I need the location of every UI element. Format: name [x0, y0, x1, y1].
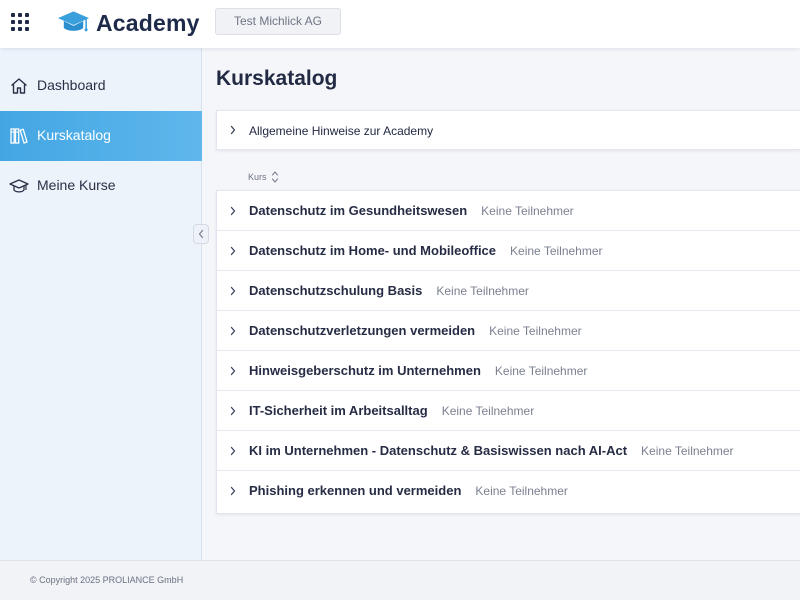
chevron-right-icon — [230, 486, 236, 496]
course-row[interactable]: KI im Unternehmen - Datenschutz & Basisw… — [217, 431, 800, 471]
course-participants-status: Keine Teilnehmer — [494, 364, 588, 378]
sort-icon — [271, 171, 278, 183]
chevron-right-icon — [230, 125, 236, 135]
footer: © Copyright 2025 PROLIANCE GmbH — [0, 560, 800, 600]
sidebar: Dashboard Kurskatalog Meine Kurse — [0, 48, 202, 560]
course-participants-status: Keine Teilnehmer — [441, 404, 535, 418]
library-icon — [10, 128, 28, 144]
sidebar-item-label: Dashboard — [37, 77, 106, 93]
sidebar-item-kurskatalog[interactable]: Kurskatalog — [0, 111, 202, 161]
course-row[interactable]: Datenschutzverletzungen vermeiden Keine T… — [217, 311, 800, 351]
course-row[interactable]: Datenschutzschulung Basis Keine Teilnehme… — [217, 271, 800, 311]
course-row[interactable]: IT-Sicherheit im Arbeitsalltag Keine Teil… — [217, 391, 800, 431]
course-name-wrapper: Datenschutz im Gesundheitswesen Keine Tei… — [249, 203, 574, 218]
sidebar-collapse-button[interactable] — [193, 224, 209, 244]
graduation-cap-logo-icon — [57, 11, 90, 32]
course-name-wrapper: Hinweisgeberschutz im Unternehmen Keine T… — [249, 363, 587, 378]
home-icon — [11, 78, 27, 94]
column-header-label: Kurs — [248, 172, 267, 182]
chevron-right-icon — [230, 446, 236, 456]
top-bar: Academy Test Michlick AG — [0, 0, 800, 48]
app-grid-icon[interactable] — [11, 13, 29, 31]
general-notes-label: Allgemeine Hinweise zur Academy — [249, 124, 434, 138]
course-name-wrapper: Phishing erkennen und vermeiden Keine Tei… — [249, 483, 568, 498]
chevron-right-icon — [230, 326, 236, 336]
course-participants-status: Keine Teilnehmer — [510, 244, 603, 258]
graduation-cap-icon — [9, 179, 29, 193]
course-name: KI im Unternehmen - Datenschutz & Basisw… — [249, 443, 628, 458]
course-name-wrapper: IT-Sicherheit im Arbeitsalltag Keine Teil… — [249, 403, 534, 418]
course-name: Datenschutz im Home- und Mobileoffice — [249, 243, 497, 258]
sidebar-item-label: Meine Kurse — [37, 177, 116, 193]
sidebar-item-meine-kurse[interactable]: Meine Kurse — [0, 161, 202, 211]
chevron-left-icon — [198, 229, 204, 239]
course-list: Datenschutz im Gesundheitswesen Keine Tei… — [216, 190, 800, 514]
course-name: Phishing erkennen und vermeiden — [249, 483, 462, 498]
app-title: Academy — [96, 9, 200, 36]
sidebar-item-label: Kurskatalog — [37, 127, 111, 143]
course-row[interactable]: Hinweisgeberschutz im Unternehmen Keine T… — [217, 351, 800, 391]
course-name-wrapper: KI im Unternehmen - Datenschutz & Basisw… — [249, 443, 734, 458]
course-participants-status: Keine Teilnehmer — [489, 324, 582, 338]
chevron-right-icon — [230, 366, 236, 376]
course-name: Hinweisgeberschutz im Unternehmen — [249, 363, 481, 378]
app-logo[interactable]: Academy — [57, 7, 200, 39]
chevron-right-icon — [230, 286, 236, 296]
course-name-wrapper: Datenschutzschulung Basis Keine Teilnehme… — [249, 283, 529, 298]
course-row[interactable]: Datenschutz im Gesundheitswesen Keine Tei… — [217, 191, 800, 231]
course-name: Datenschutz im Gesundheitswesen — [249, 203, 468, 218]
course-participants-status: Keine Teilnehmer — [641, 444, 734, 458]
page-title: Kurskatalog — [216, 67, 338, 90]
sidebar-item-dashboard[interactable]: Dashboard — [0, 61, 202, 111]
course-participants-status: Keine Teilnehmer — [436, 284, 529, 298]
column-header-kurs[interactable]: Kurs — [248, 168, 279, 186]
course-row[interactable]: Datenschutz im Home- und Mobileoffice Kei… — [217, 231, 800, 271]
chevron-right-icon — [230, 246, 236, 256]
general-notes-panel[interactable]: Allgemeine Hinweise zur Academy — [216, 110, 800, 150]
course-participants-status: Keine Teilnehmer — [475, 484, 568, 498]
chevron-right-icon — [230, 206, 236, 216]
course-name-wrapper: Datenschutzverletzungen vermeiden Keine T… — [249, 323, 582, 338]
copyright-text: © Copyright 2025 PROLIANCE GmbH — [30, 575, 184, 585]
course-name: Datenschutzschulung Basis — [249, 283, 423, 298]
course-name-wrapper: Datenschutz im Home- und Mobileoffice Kei… — [249, 243, 603, 258]
course-name: Datenschutzverletzungen vermeiden — [249, 323, 476, 338]
course-name: IT-Sicherheit im Arbeitsalltag — [249, 403, 428, 418]
organization-button[interactable]: Test Michlick AG — [215, 8, 341, 35]
course-row[interactable]: Phishing erkennen und vermeiden Keine Tei… — [217, 471, 800, 511]
course-participants-status: Keine Teilnehmer — [481, 204, 574, 218]
chevron-right-icon — [230, 406, 236, 416]
